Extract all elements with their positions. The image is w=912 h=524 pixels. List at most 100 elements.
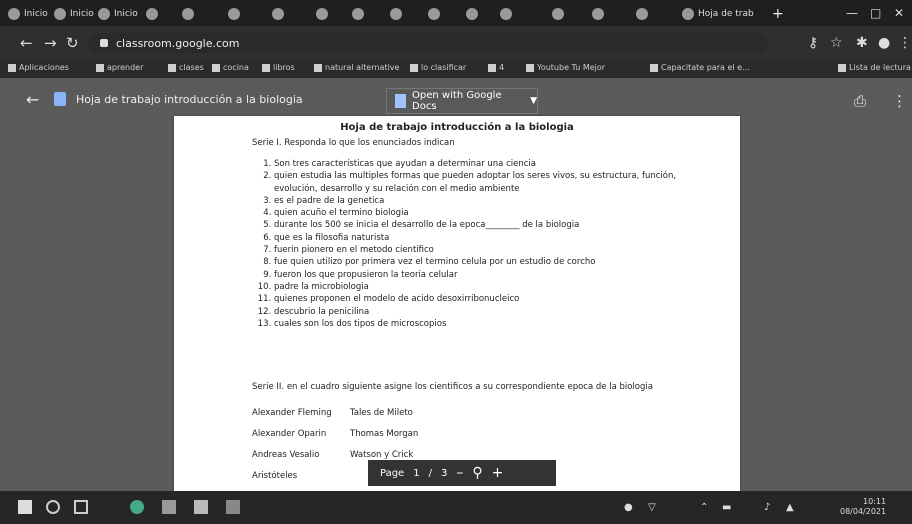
task-view-icon[interactable] bbox=[74, 500, 88, 514]
browser-tab[interactable]: Inicio bbox=[8, 4, 48, 24]
bookmark-folder-icon bbox=[168, 63, 176, 72]
page-label: Page bbox=[380, 467, 405, 479]
tab-favicon-icon bbox=[592, 8, 604, 20]
browser-tab[interactable] bbox=[390, 4, 406, 24]
close-window-icon[interactable]: ✕ bbox=[894, 6, 904, 20]
star-icon[interactable]: ☆ bbox=[830, 35, 843, 51]
browser-tab[interactable] bbox=[500, 4, 516, 24]
google-docs-icon bbox=[395, 94, 407, 108]
scientist-left: Andreas Vesalio bbox=[252, 450, 320, 460]
app-taskbar-icon[interactable] bbox=[162, 500, 176, 514]
battery-icon[interactable]: ▬ bbox=[722, 502, 731, 513]
browser-tab[interactable] bbox=[272, 4, 288, 24]
bookmark-folder-icon bbox=[650, 63, 658, 72]
zoom-in-icon[interactable]: + bbox=[492, 465, 504, 481]
photos-taskbar-icon[interactable] bbox=[226, 500, 240, 514]
address-url: classroom.google.com bbox=[116, 36, 240, 50]
clock-date: 08/04/2021 bbox=[840, 507, 887, 516]
bookmark-item[interactable]: clases bbox=[168, 63, 204, 72]
back-arrow-icon[interactable]: ← bbox=[26, 90, 39, 109]
browser-tab[interactable]: Inicio bbox=[54, 4, 94, 24]
more-options-icon[interactable]: ⋮ bbox=[892, 92, 907, 110]
bookmark-label: cocina bbox=[223, 63, 249, 72]
bookmark-item[interactable]: 4 bbox=[488, 63, 504, 72]
tab-strip: Inicio Inicio Inicio Hoja de trab + — □ ✕ bbox=[0, 0, 912, 26]
serie-2-heading: Serie II. en el cuadro siguiente asigne … bbox=[252, 382, 653, 392]
browser-tab[interactable] bbox=[466, 4, 482, 24]
bookmark-item[interactable]: Lista de lectura bbox=[838, 63, 911, 72]
bookmark-label: 4 bbox=[499, 63, 505, 72]
bookmark-item[interactable]: aprender bbox=[96, 63, 143, 72]
tab-label: Inicio bbox=[114, 9, 138, 19]
browser-tab[interactable] bbox=[182, 4, 198, 24]
document-title: Hoja de trabajo introducción a la biolog… bbox=[340, 122, 574, 133]
forward-icon[interactable]: → bbox=[44, 34, 57, 52]
print-icon[interactable]: ⎙ bbox=[854, 92, 866, 110]
extensions-icon[interactable]: ✱ bbox=[856, 35, 868, 51]
volume-icon[interactable]: ♪ bbox=[764, 502, 770, 513]
browser-tab[interactable] bbox=[592, 4, 608, 24]
bookmarks-bar: Aplicaciones aprender clases cocina libros na… bbox=[0, 60, 912, 78]
browser-tab[interactable] bbox=[636, 4, 652, 24]
chrome-taskbar-icon[interactable] bbox=[130, 500, 144, 514]
browser-tab[interactable] bbox=[428, 4, 444, 24]
tab-label: Inicio bbox=[70, 9, 94, 19]
bookmark-folder-icon bbox=[96, 63, 104, 72]
key-icon[interactable]: ⚷ bbox=[808, 35, 818, 51]
bookmark-item[interactable]: libros bbox=[262, 63, 295, 72]
profile-icon[interactable]: ● bbox=[878, 35, 890, 51]
scientist-left: Alexander Oparin bbox=[252, 429, 327, 439]
tab-favicon-icon bbox=[8, 8, 20, 20]
chevron-down-icon[interactable]: ▼ bbox=[530, 96, 537, 106]
document-page: Hoja de trabajo introducción a la biolog… bbox=[174, 116, 740, 491]
question-item: Son tres características que ayudan a de… bbox=[274, 158, 694, 170]
network-icon[interactable]: ▽ bbox=[648, 502, 656, 513]
browser-tab[interactable] bbox=[228, 4, 244, 24]
tab-favicon-icon bbox=[552, 8, 564, 20]
zoom-icon[interactable]: ⚲ bbox=[472, 465, 482, 481]
tab-favicon-icon bbox=[682, 8, 694, 20]
bookmark-label: natural alternative bbox=[325, 63, 400, 72]
bookmark-item[interactable]: lo clasificar bbox=[410, 63, 466, 72]
bookmark-item[interactable]: Youtube Tu Mejor bbox=[526, 63, 605, 72]
search-icon[interactable] bbox=[46, 500, 60, 514]
minimize-icon[interactable]: — bbox=[846, 6, 858, 20]
bookmark-item[interactable]: cocina bbox=[212, 63, 249, 72]
address-bar[interactable]: classroom.google.com bbox=[88, 33, 768, 53]
question-item: descubrio la penicilina bbox=[274, 306, 694, 318]
reload-icon[interactable]: ↻ bbox=[66, 34, 79, 52]
browser-tab[interactable]: Inicio bbox=[98, 4, 138, 24]
browser-tab[interactable] bbox=[552, 4, 568, 24]
back-icon[interactable]: ← bbox=[20, 34, 33, 52]
open-with-docs-button[interactable]: Open with Google Docs ▼ bbox=[386, 88, 538, 114]
maximize-icon[interactable]: □ bbox=[870, 6, 881, 20]
bookmark-label: Aplicaciones bbox=[19, 63, 69, 72]
bookmark-item[interactable]: Aplicaciones bbox=[8, 63, 69, 72]
browser-tab[interactable] bbox=[146, 4, 162, 24]
tab-favicon-icon bbox=[636, 8, 648, 20]
bookmark-folder-icon bbox=[838, 63, 846, 72]
zoom-out-icon[interactable]: – bbox=[456, 465, 463, 481]
tray-icon[interactable]: ● bbox=[624, 502, 633, 513]
menu-icon[interactable]: ⋮ bbox=[898, 35, 912, 51]
language-icon[interactable]: ▲ bbox=[786, 502, 794, 513]
bookmark-item[interactable]: Capacitate para el e... bbox=[650, 63, 750, 72]
clock[interactable]: 10:11 08/04/2021 bbox=[840, 497, 886, 517]
tab-favicon-icon bbox=[316, 8, 328, 20]
clock-time: 10:11 bbox=[863, 497, 887, 506]
chevron-up-icon[interactable]: ⌃ bbox=[700, 502, 708, 513]
bookmark-label: Lista de lectura bbox=[849, 63, 911, 72]
browser-tab[interactable] bbox=[352, 4, 368, 24]
bookmark-folder-icon bbox=[314, 63, 322, 72]
tab-favicon-icon bbox=[272, 8, 284, 20]
browser-tab[interactable]: Hoja de trab bbox=[682, 4, 754, 24]
question-item: quien acuño el termino biologia bbox=[274, 207, 694, 219]
bookmark-item[interactable]: natural alternative bbox=[314, 63, 399, 72]
file-explorer-icon[interactable] bbox=[194, 500, 208, 514]
bookmark-label: Capacitate para el e... bbox=[661, 63, 750, 72]
new-tab-button[interactable]: + bbox=[772, 6, 784, 22]
scientist-right: Thomas Morgan bbox=[350, 429, 419, 439]
page-current[interactable]: 1 bbox=[413, 468, 419, 479]
windows-start-icon[interactable] bbox=[18, 500, 32, 514]
browser-tab[interactable] bbox=[316, 4, 332, 24]
